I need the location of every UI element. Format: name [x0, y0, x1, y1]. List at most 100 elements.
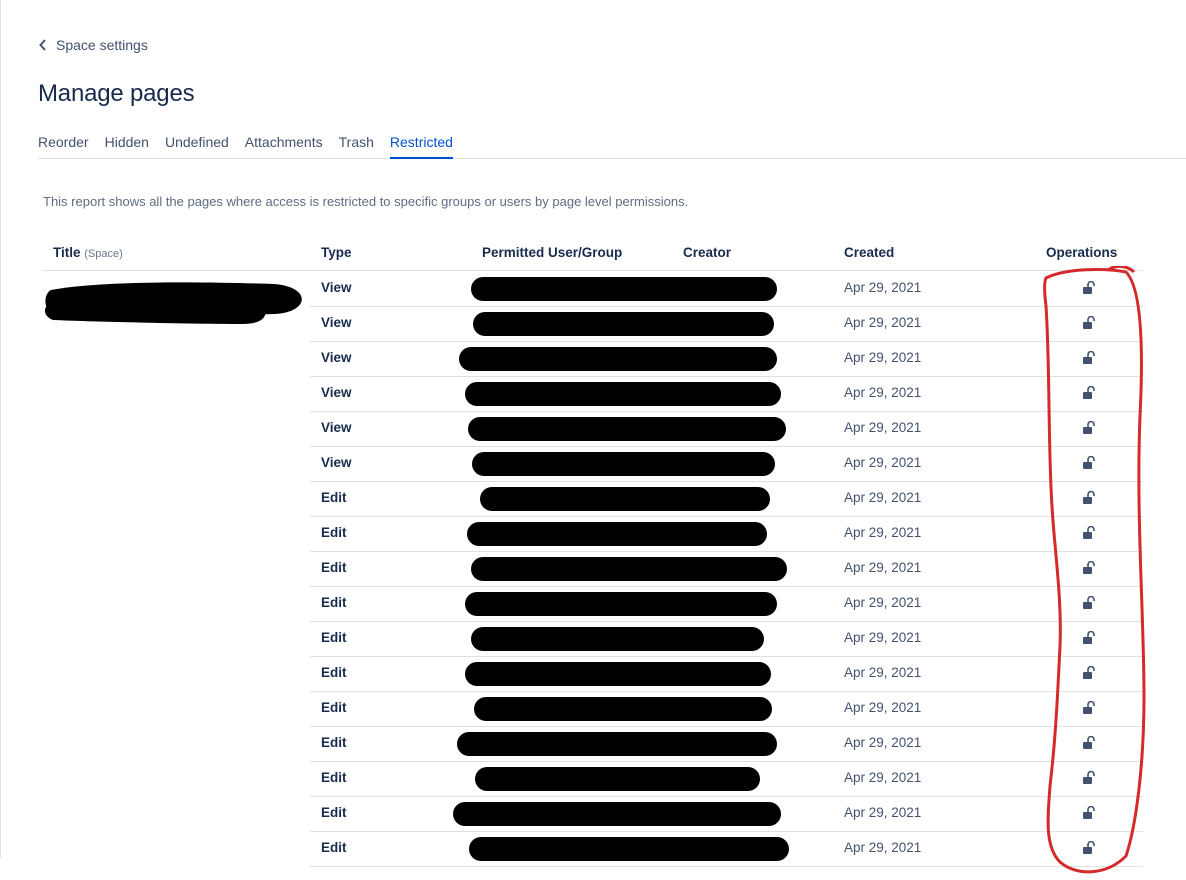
report-description: This report shows all the pages where ac…: [43, 194, 689, 209]
table-row: View Apr 29, 2021: [310, 341, 1143, 377]
tab-attachments[interactable]: Attachments: [245, 134, 323, 157]
column-operations: Operations: [1046, 245, 1118, 260]
tab-restricted[interactable]: Restricted: [389, 134, 453, 159]
table-row: Edit Apr 29, 2021: [310, 726, 1143, 762]
column-title-label: Title: [53, 245, 81, 260]
unlock-icon[interactable]: [1082, 491, 1096, 505]
redacted-permitted-user: [467, 522, 767, 546]
row-type: Edit: [321, 700, 347, 715]
row-created-date: Apr 29, 2021: [844, 630, 922, 645]
row-type: Edit: [321, 665, 347, 680]
redacted-permitted-user: [465, 592, 777, 616]
redacted-permitted-user: [473, 312, 774, 336]
row-type: View: [321, 315, 352, 330]
redacted-permitted-user: [457, 732, 777, 756]
row-created-date: Apr 29, 2021: [844, 735, 922, 750]
redacted-permitted-user: [468, 417, 786, 441]
table-row: Edit Apr 29, 2021: [310, 481, 1143, 517]
left-border: [0, 0, 1, 858]
unlock-icon[interactable]: [1082, 701, 1096, 715]
chevron-left-icon: [39, 39, 46, 51]
table-row: Edit Apr 29, 2021: [310, 761, 1143, 797]
page-title: Manage pages: [38, 80, 195, 107]
unlock-icon[interactable]: [1082, 421, 1096, 435]
row-created-date: Apr 29, 2021: [844, 560, 922, 575]
table-row: Edit Apr 29, 2021: [310, 831, 1143, 867]
row-created-date: Apr 29, 2021: [844, 770, 922, 785]
row-created-date: Apr 29, 2021: [844, 350, 922, 365]
unlock-icon[interactable]: [1082, 736, 1096, 750]
row-type: Edit: [321, 735, 347, 750]
redacted-permitted-user: [471, 627, 764, 651]
unlock-icon[interactable]: [1082, 771, 1096, 785]
unlock-icon[interactable]: [1082, 281, 1096, 295]
row-created-date: Apr 29, 2021: [844, 525, 922, 540]
back-link-label: Space settings: [56, 37, 148, 53]
redacted-permitted-user: [471, 557, 787, 581]
row-type: Edit: [321, 840, 347, 855]
row-created-date: Apr 29, 2021: [844, 385, 922, 400]
table-row: View Apr 29, 2021: [310, 376, 1143, 412]
column-created[interactable]: Created: [844, 245, 894, 260]
table-row: Edit Apr 29, 2021: [310, 516, 1143, 552]
tab-hidden[interactable]: Hidden: [105, 134, 149, 157]
table-row: View Apr 29, 2021: [310, 446, 1143, 482]
redacted-permitted-user: [465, 382, 781, 406]
table-row: Edit Apr 29, 2021: [310, 551, 1143, 587]
table-row: Edit Apr 29, 2021: [310, 656, 1143, 692]
unlock-icon[interactable]: [1082, 456, 1096, 470]
unlock-icon[interactable]: [1082, 596, 1096, 610]
table-row: Edit Apr 29, 2021: [310, 691, 1143, 727]
row-created-date: Apr 29, 2021: [844, 490, 922, 505]
unlock-icon[interactable]: [1082, 316, 1096, 330]
restricted-pages-table: Title (Space) Type Permitted User/Group …: [43, 240, 1143, 867]
unlock-icon[interactable]: [1082, 666, 1096, 680]
row-created-date: Apr 29, 2021: [844, 315, 922, 330]
row-created-date: Apr 29, 2021: [844, 595, 922, 610]
row-created-date: Apr 29, 2021: [844, 840, 922, 855]
column-permitted[interactable]: Permitted User/Group: [482, 245, 622, 260]
column-type[interactable]: Type: [321, 245, 352, 260]
unlock-icon[interactable]: [1082, 351, 1096, 365]
unlock-icon[interactable]: [1082, 386, 1096, 400]
row-created-date: Apr 29, 2021: [844, 665, 922, 680]
column-title[interactable]: Title (Space): [53, 245, 123, 260]
table-row: Edit Apr 29, 2021: [310, 621, 1143, 657]
row-type: View: [321, 420, 352, 435]
redacted-permitted-user: [474, 697, 772, 721]
row-type: View: [321, 350, 352, 365]
row-created-date: Apr 29, 2021: [844, 805, 922, 820]
tab-bar: Reorder Hidden Undefined Attachments Tra…: [38, 134, 1186, 159]
row-type: View: [321, 385, 352, 400]
table-row: View Apr 29, 2021: [310, 271, 1143, 307]
row-type: Edit: [321, 770, 347, 785]
redacted-page-title: [44, 282, 302, 324]
column-creator[interactable]: Creator: [683, 245, 731, 260]
row-type: Edit: [321, 490, 347, 505]
unlock-icon[interactable]: [1082, 806, 1096, 820]
table-row: Edit Apr 29, 2021: [310, 586, 1143, 622]
unlock-icon[interactable]: [1082, 631, 1096, 645]
row-created-date: Apr 29, 2021: [844, 420, 922, 435]
row-created-date: Apr 29, 2021: [844, 455, 922, 470]
row-created-date: Apr 29, 2021: [844, 280, 922, 295]
row-type: Edit: [321, 630, 347, 645]
redacted-permitted-user: [465, 662, 771, 686]
unlock-icon[interactable]: [1082, 561, 1096, 575]
tab-trash[interactable]: Trash: [339, 134, 374, 157]
table-row: View Apr 29, 2021: [310, 411, 1143, 447]
redacted-permitted-user: [472, 452, 775, 476]
row-type: Edit: [321, 560, 347, 575]
redacted-permitted-user: [471, 277, 777, 301]
row-type: View: [321, 280, 352, 295]
unlock-icon[interactable]: [1082, 526, 1096, 540]
tab-undefined[interactable]: Undefined: [165, 134, 229, 157]
redacted-permitted-user: [475, 767, 760, 791]
tab-reorder[interactable]: Reorder: [38, 134, 89, 157]
column-space-label: (Space): [84, 248, 123, 260]
row-type: Edit: [321, 805, 347, 820]
back-to-space-settings-link[interactable]: Space settings: [38, 37, 148, 53]
table-row: View Apr 29, 2021: [310, 306, 1143, 342]
unlock-icon[interactable]: [1082, 841, 1096, 855]
table-row: Edit Apr 29, 2021: [310, 796, 1143, 832]
